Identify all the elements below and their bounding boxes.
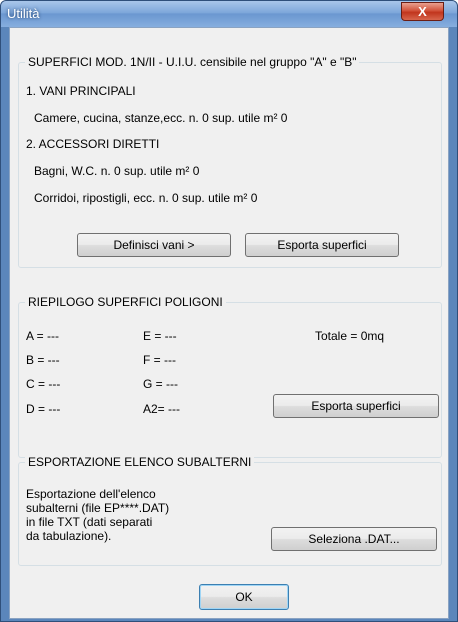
polygon-summary-legend: RIEPILOGO SUPERFICI POLIGONI [25, 295, 226, 309]
export-polygon-surfaces-button[interactable]: Esporta superfici [273, 394, 439, 418]
subunits-export-legend: ESPORTAZIONE ELENCO SUBALTERNI [25, 455, 255, 469]
title-bar[interactable]: Utilità X [1, 1, 457, 27]
define-rooms-button[interactable]: Definisci vani > [77, 233, 231, 257]
value-d: D = --- [26, 402, 61, 416]
value-b: B = --- [26, 353, 60, 367]
value-f: F = --- [143, 353, 176, 367]
close-icon: X [418, 4, 427, 19]
direct-accessories-heading: 2. ACCESSORI DIRETTI [26, 137, 160, 151]
export-surfaces-button[interactable]: Esporta superfici [245, 233, 399, 257]
close-button[interactable]: X [401, 2, 444, 21]
main-rooms-heading: 1. VANI PRINCIPALI [26, 84, 136, 98]
value-a: A = --- [26, 329, 60, 343]
dialog-body: SUPERFICI MOD. 1N/II - U.I.U. censibile … [9, 27, 449, 619]
polygon-summary-group: RIEPILOGO SUPERFICI POLIGONI A = --- B =… [18, 295, 442, 458]
value-e: E = --- [143, 329, 177, 343]
value-c: C = --- [26, 377, 61, 391]
window-title: Utilità [7, 6, 40, 21]
corridors-summary: Corridoi, ripostigli, ecc. n. 0 sup. uti… [34, 191, 258, 205]
ok-button[interactable]: OK [199, 584, 289, 610]
main-rooms-summary: Camere, cucina, stanze,ecc. n. 0 sup. ut… [34, 111, 288, 125]
surfaces-legend: SUPERFICI MOD. 1N/II - U.I.U. censibile … [25, 55, 360, 69]
select-dat-button[interactable]: Seleziona .DAT... [271, 527, 437, 551]
value-a2: A2= --- [143, 402, 181, 416]
surfaces-group: SUPERFICI MOD. 1N/II - U.I.U. censibile … [18, 55, 442, 268]
total-area: Totale = 0mq [315, 329, 385, 343]
utilita-dialog: Utilità X SUPERFICI MOD. 1N/II - U.I.U. … [0, 0, 458, 622]
bathrooms-summary: Bagni, W.C. n. 0 sup. utile m² 0 [34, 164, 200, 178]
subunits-export-group: ESPORTAZIONE ELENCO SUBALTERNI Esportazi… [18, 455, 442, 566]
subunits-export-description: Esportazione dell'elenco subalterni (fil… [26, 487, 170, 543]
value-g: G = --- [143, 377, 178, 391]
